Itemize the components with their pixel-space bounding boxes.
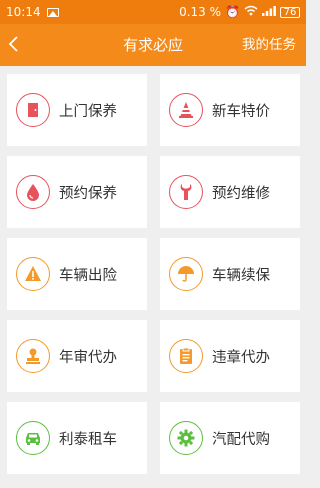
service-label: 车辆续保 (212, 267, 270, 284)
nav-bar: 有求必应 我的任务 (0, 24, 306, 66)
service-label: 上门保养 (59, 103, 117, 120)
network-speed: 0.13 % (179, 5, 222, 19)
signal-icon (262, 5, 276, 19)
service-card[interactable]: 年审代办 (7, 320, 147, 392)
status-time: 10:14 (6, 5, 41, 19)
service-card[interactable]: 新车特价 (160, 74, 300, 146)
service-card[interactable]: 车辆出险 (7, 238, 147, 310)
my-tasks-button[interactable]: 我的任务 (242, 24, 296, 66)
service-label: 违章代办 (212, 349, 270, 366)
alarm-icon: ⏰ (225, 5, 240, 19)
service-card[interactable]: 利泰租车 (7, 402, 147, 474)
status-indicators: 0.13 % ⏰ 76 (179, 5, 300, 19)
umbrella-icon (169, 257, 203, 291)
warning-icon (16, 257, 50, 291)
service-card[interactable]: 预约维修 (160, 156, 300, 228)
car-icon (16, 421, 50, 455)
wrench-icon (169, 175, 203, 209)
service-label: 预约维修 (212, 185, 270, 202)
cone-icon (169, 93, 203, 127)
door-icon (16, 93, 50, 127)
service-label: 车辆出险 (59, 267, 117, 284)
service-label: 利泰租车 (59, 431, 117, 448)
gear-icon (169, 421, 203, 455)
service-label: 预约保养 (59, 185, 117, 202)
wifi-icon (244, 5, 258, 19)
service-card[interactable]: 预约保养 (7, 156, 147, 228)
status-bar: 10:14 0.13 % ⏰ 76 (0, 0, 306, 24)
clipboard-icon (169, 339, 203, 373)
service-card[interactable]: 车辆续保 (160, 238, 300, 310)
stamp-icon (16, 339, 50, 373)
service-grid: 上门保养 新车特价预约保养 预约维修车辆出险 车辆续保年审代办 违章代办利泰租车 汽配代购 (7, 74, 300, 474)
service-label: 年审代办 (59, 349, 117, 366)
battery-icon: 76 (280, 6, 300, 18)
image-notification-icon (46, 7, 59, 17)
service-label: 汽配代购 (212, 431, 270, 448)
service-card[interactable]: 汽配代购 (160, 402, 300, 474)
service-card[interactable]: 违章代办 (160, 320, 300, 392)
drop-icon (16, 175, 50, 209)
service-card[interactable]: 上门保养 (7, 74, 147, 146)
service-label: 新车特价 (212, 103, 270, 120)
